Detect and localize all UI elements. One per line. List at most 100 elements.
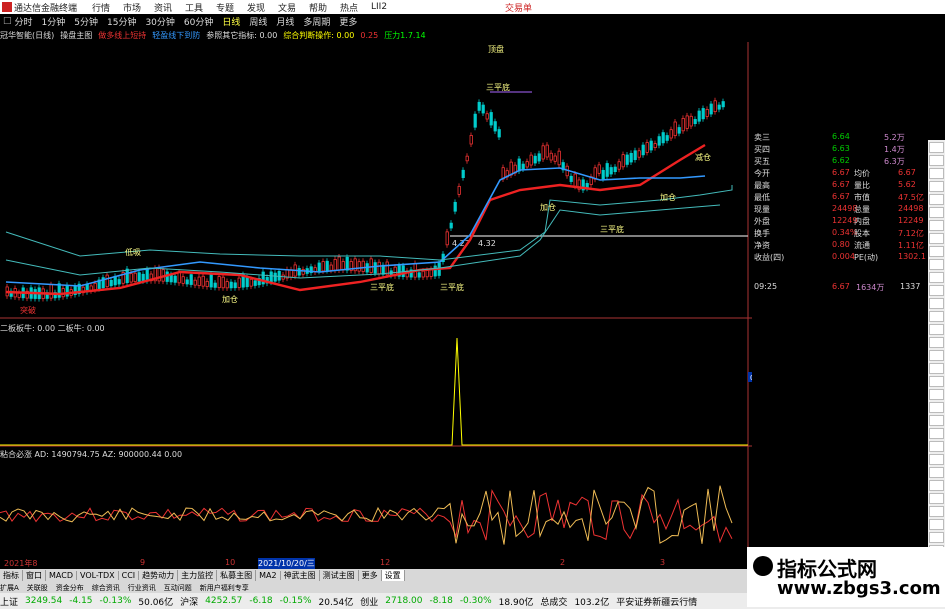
info-tab-0[interactable]: 扩展A bbox=[0, 583, 19, 593]
info-tab-2[interactable]: 资金分布 bbox=[56, 583, 84, 593]
side-tool-button[interactable] bbox=[929, 246, 944, 257]
side-tool-button[interactable] bbox=[929, 311, 944, 322]
candle bbox=[197, 276, 201, 287]
period-7[interactable]: 周线 bbox=[249, 15, 267, 28]
menu-wenyi[interactable]: 文易 bbox=[278, 1, 309, 14]
period-1[interactable]: 1分钟 bbox=[42, 15, 66, 28]
indicator-tab-8[interactable]: MA2 bbox=[256, 571, 281, 580]
indicator-tab-7[interactable]: 私募主图 bbox=[217, 570, 257, 581]
indicator-tab-6[interactable]: 主力监控 bbox=[178, 570, 218, 581]
side-tool-button[interactable] bbox=[929, 298, 944, 309]
quote-value2: 6.3万 bbox=[884, 157, 905, 166]
quote-key: 最低 bbox=[754, 193, 770, 202]
side-tool-button[interactable] bbox=[929, 454, 944, 465]
side-tool-button[interactable] bbox=[929, 519, 944, 530]
indicator-tab-1[interactable]: 窗口 bbox=[23, 570, 46, 581]
side-tool-button[interactable] bbox=[929, 181, 944, 192]
side-tool-button[interactable] bbox=[929, 389, 944, 400]
period-10[interactable]: 更多 bbox=[339, 15, 357, 28]
date-label: 2021年8 bbox=[4, 559, 38, 568]
candle bbox=[653, 143, 657, 149]
info-tab-4[interactable]: 行业资讯 bbox=[128, 583, 156, 593]
candle bbox=[709, 103, 713, 115]
side-tool-button[interactable] bbox=[929, 428, 944, 439]
menu-discover[interactable]: 发现 bbox=[247, 1, 278, 14]
tick-extra: 1337 bbox=[900, 282, 921, 291]
side-tool-button[interactable] bbox=[929, 259, 944, 270]
trade-button[interactable]: 交易单 bbox=[505, 1, 532, 14]
menu-news[interactable]: 资讯 bbox=[154, 1, 185, 14]
quote-sidebar: 卖三 6.64 5.2万 买四 6.63 1.4万 买五 6.62 6.3万 今开 6.67 均价 6.… bbox=[752, 128, 928, 293]
menu-l2[interactable]: LII2 bbox=[371, 2, 402, 12]
side-tool-button[interactable] bbox=[929, 467, 944, 478]
chart-area[interactable]: 5.505.004.504.003.503.004.274.32突破顶盘三平底三… bbox=[0, 42, 752, 599]
menu-help[interactable]: 帮助 bbox=[309, 1, 340, 14]
side-tool-button[interactable] bbox=[929, 376, 944, 387]
period-4[interactable]: 30分钟 bbox=[145, 15, 174, 28]
quote-row: 收益(四) 0.004 PE(动) 1302.1 bbox=[752, 252, 928, 264]
side-tool-button[interactable] bbox=[929, 532, 944, 543]
indicator-tab-10[interactable]: 测试主图 bbox=[320, 570, 359, 581]
side-tool-button[interactable] bbox=[929, 285, 944, 296]
menu-hot[interactable]: 热点 bbox=[340, 1, 371, 14]
indicator-tab-2[interactable]: MACD bbox=[46, 571, 77, 580]
side-tool-button[interactable] bbox=[929, 350, 944, 361]
candle bbox=[597, 164, 601, 174]
menu-topic[interactable]: 专题 bbox=[216, 1, 247, 14]
side-tool-button[interactable] bbox=[929, 207, 944, 218]
quote-row: 今开 6.67 均价 6.67 bbox=[752, 168, 928, 180]
status-item: 103.2亿 bbox=[574, 597, 610, 608]
side-tool-button[interactable] bbox=[929, 142, 944, 153]
period-6[interactable]: 日线 bbox=[222, 15, 240, 28]
info-tab-5[interactable]: 互动问题 bbox=[164, 583, 192, 593]
side-tool-button[interactable] bbox=[929, 363, 944, 374]
period-5[interactable]: 60分钟 bbox=[184, 15, 213, 28]
indicator-tab-4[interactable]: CCI bbox=[119, 571, 140, 580]
period-0[interactable]: 分时 bbox=[15, 15, 33, 28]
side-tool-button[interactable] bbox=[929, 233, 944, 244]
indicator-tab-0[interactable]: 指标 bbox=[0, 570, 23, 581]
info-tab-3[interactable]: 综合资讯 bbox=[92, 583, 120, 593]
indicator-tab-3[interactable]: VOL-TDX bbox=[77, 571, 119, 580]
indicator-tab-12[interactable]: 设置 bbox=[381, 570, 405, 581]
info-tab-6[interactable]: 新用户福利专享 bbox=[200, 583, 249, 593]
info-tab-1[interactable]: 关联股 bbox=[27, 583, 48, 593]
price-label: 4.32 bbox=[478, 239, 496, 248]
side-tool-button[interactable] bbox=[929, 402, 944, 413]
indicator-tab-11[interactable]: 更多 bbox=[359, 570, 382, 581]
legend-item-2: 做多线上短持 bbox=[98, 31, 147, 40]
period-8[interactable]: 月线 bbox=[276, 15, 294, 28]
side-tool-button[interactable] bbox=[929, 155, 944, 166]
quote-key2: 均价 bbox=[854, 169, 870, 178]
candle bbox=[669, 129, 673, 139]
menu-tools[interactable]: 工具 bbox=[185, 1, 216, 14]
period-3[interactable]: 15分钟 bbox=[107, 15, 136, 28]
side-tool-button[interactable] bbox=[929, 493, 944, 504]
side-tool-button[interactable] bbox=[929, 337, 944, 348]
menu-market[interactable]: 市场 bbox=[123, 1, 154, 14]
side-tool-button[interactable] bbox=[929, 480, 944, 491]
indicator-tab-5[interactable]: 趋势动力 bbox=[139, 570, 179, 581]
quote-key: 买五 bbox=[754, 157, 770, 166]
side-tool-button[interactable] bbox=[929, 506, 944, 517]
candle bbox=[641, 144, 645, 156]
panel-toggle-icon[interactable]: □ bbox=[3, 16, 12, 26]
side-tool-button[interactable] bbox=[929, 220, 944, 231]
side-tool-button[interactable] bbox=[929, 415, 944, 426]
panel3-yellow-line bbox=[0, 485, 733, 545]
date-label: 12 bbox=[380, 558, 391, 567]
menu-hq[interactable]: 行情 bbox=[92, 1, 123, 14]
side-tool-button[interactable] bbox=[929, 194, 944, 205]
app-title: 通达信金融终端 bbox=[14, 3, 78, 14]
candle bbox=[445, 231, 449, 246]
indicator-tab-9[interactable]: 神武主图 bbox=[281, 570, 320, 581]
period-9[interactable]: 多周期 bbox=[303, 15, 330, 28]
side-tool-button[interactable] bbox=[929, 168, 944, 179]
side-tool-button[interactable] bbox=[929, 324, 944, 335]
status-item: 2718.00 bbox=[385, 596, 423, 606]
side-tool-button[interactable] bbox=[929, 272, 944, 283]
candle bbox=[461, 169, 465, 178]
side-tool-button[interactable] bbox=[929, 441, 944, 452]
period-2[interactable]: 5分钟 bbox=[74, 15, 98, 28]
chart-annotation: 三平底 bbox=[600, 224, 624, 234]
